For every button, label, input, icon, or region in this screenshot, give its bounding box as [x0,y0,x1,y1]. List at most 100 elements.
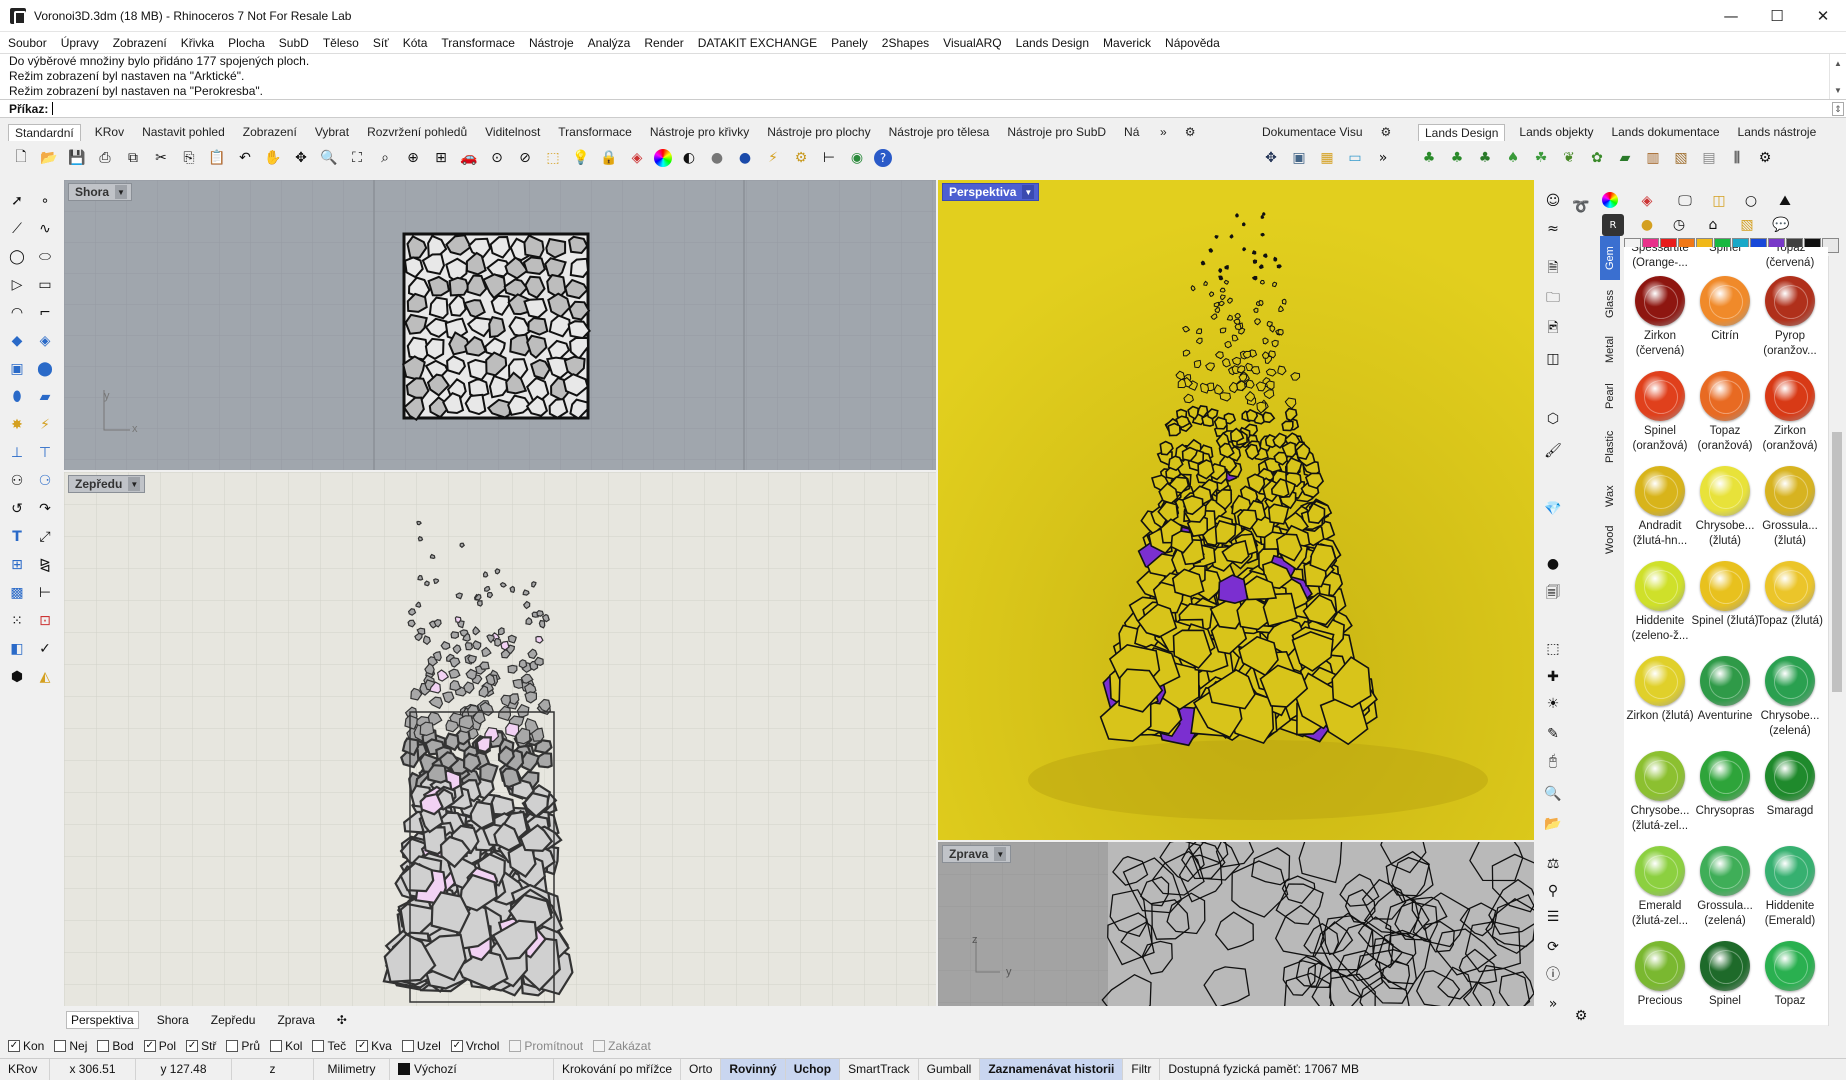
maximize-button[interactable]: ☐ [1754,0,1800,32]
viewport-perspective[interactable]: Perspektiva ▼ [938,180,1534,840]
railing-icon[interactable]: ⫼ [1726,147,1748,169]
viewport-top-label[interactable]: Shora ▼ [68,183,133,201]
material-item[interactable]: Grossula... (žlutá) [1756,466,1824,549]
doc-tab[interactable]: Dokumentace Visu [1262,125,1363,139]
osnap-prů[interactable]: Prů [226,1039,260,1053]
environment-icon[interactable]: ⛰ [1774,190,1796,212]
box-3d-icon[interactable]: ⬡ [1542,408,1564,430]
cplane-status[interactable]: KRov [0,1058,50,1080]
print-icon[interactable]: ⎙ [94,147,116,169]
material-item[interactable]: Smaragd [1756,751,1824,819]
material-tab-glass[interactable]: Glass [1600,282,1620,326]
material-item[interactable]: Hiddenite (Emerald) [1756,846,1824,929]
menu-item[interactable]: Těleso [323,36,359,50]
material-item[interactable]: Spinel (žlutá) [1691,561,1759,629]
boolean-icon[interactable]: ⚡ [34,414,56,436]
extrude-icon[interactable]: ◈ [34,330,56,352]
osnap-teč[interactable]: Teč [312,1039,346,1053]
cube-icon[interactable]: ⬢ [6,666,28,688]
menu-item[interactable]: Soubor [8,36,47,50]
ungroup-icon[interactable]: ⚆ [34,470,56,492]
lands-tab[interactable]: Lands dokumentace [1611,125,1719,139]
menu-item[interactable]: Analýza [588,36,631,50]
menu-item[interactable]: Síť [373,36,389,50]
dimension-tool-icon[interactable]: ⊢ [34,582,56,604]
tree-icon[interactable]: ♣ [1418,147,1440,169]
rotate-view-icon[interactable]: ✥ [290,147,312,169]
osnap-checkbox[interactable] [226,1040,239,1052]
add-viewport-icon[interactable]: ✣ [333,1012,351,1028]
material-ball-icon[interactable]: ◈ [1636,190,1658,212]
material-tab-plastic[interactable]: Plastic [1600,420,1620,474]
menu-item[interactable]: Kóta [403,36,428,50]
material-item[interactable]: Precious [1626,941,1694,1009]
cut-icon[interactable]: ✂ [150,147,172,169]
import-icon[interactable]: ⧉ [122,147,144,169]
lands-tab[interactable]: Lands objekty [1519,125,1593,139]
more-icon[interactable]: » [1372,147,1394,169]
camera-icon[interactable]: ▭ [1344,147,1366,169]
viewport-menu-icon[interactable]: ▼ [1022,185,1035,199]
bush-icon[interactable]: ☘ [1530,147,1552,169]
command-line[interactable]: Příkaz: ⇕ [0,99,1846,118]
command-history-dropdown-icon[interactable]: ⇕ [1832,102,1844,116]
grid-array-icon[interactable]: ⁙ [6,610,28,632]
zoom-icon[interactable]: 🔍 [318,147,340,169]
scrollbar-thumb[interactable] [1832,432,1842,692]
pan-icon[interactable]: ✋ [262,147,284,169]
menu-item[interactable]: Nápověda [1165,36,1220,50]
fence-icon[interactable]: ▥ [1642,147,1664,169]
rhino-app-icon[interactable] [10,7,26,25]
spheres-icon[interactable]: ⬤ [34,358,56,380]
scroll-down-icon[interactable]: ▼ [1834,83,1842,98]
osnap-checkbox[interactable] [270,1040,283,1052]
toolbar-tab[interactable]: Nástroje pro SubD [1007,125,1106,139]
toolbar-tab[interactable]: Nástroje pro plochy [767,125,870,139]
osnap-promítnout[interactable]: Promítnout [509,1039,583,1053]
filter-toggle[interactable]: Filtr [1123,1058,1161,1080]
viewport-front[interactable]: Zepředu ▼ [64,472,936,1006]
monitor-icon[interactable]: 🖵 [1674,190,1696,212]
undo-icon[interactable]: ↶ [234,147,256,169]
toolbar-tab[interactable]: Zobrazení [243,125,297,139]
frame-icon[interactable]: ⌂ [1702,214,1724,236]
info-icon[interactable]: ⓘ [1542,963,1564,985]
osnap-checkbox[interactable] [401,1040,414,1052]
viewport-menu-icon[interactable]: ▼ [115,185,128,199]
text-icon[interactable]: T [6,526,28,548]
user-icon[interactable]: ☺ [1542,190,1564,212]
select-icon[interactable]: ⬚ [542,147,564,169]
material-item[interactable]: Spinel [1691,941,1759,1009]
viewport-right-label[interactable]: Zprava ▼ [942,845,1012,863]
menu-item[interactable]: Transformace [441,36,515,50]
color-wheel-icon[interactable] [1602,192,1618,208]
point-icon[interactable]: ∘ [34,190,56,212]
black-sphere-icon[interactable]: ● [1542,553,1564,575]
mouse-icon[interactable]: 🖰 [1542,750,1564,772]
minimize-button[interactable]: — [1708,0,1754,32]
scale-icon[interactable]: ⤢ [34,526,56,548]
menu-item[interactable]: Plocha [228,36,265,50]
layer-status[interactable]: Výchozí [390,1058,554,1080]
menu-item[interactable]: Render [644,36,683,50]
viewport-tab[interactable]: Zprava [273,1012,318,1028]
globe-icon[interactable]: ◉ [846,147,868,169]
material-scrollbar[interactable] [1828,256,1844,1026]
material-item[interactable]: Zirkon (červená) [1626,276,1694,359]
arc-icon[interactable]: ◠ [6,302,28,324]
menu-item[interactable]: Zobrazení [113,36,167,50]
osnap-checkbox[interactable] [509,1040,522,1052]
toolbar-tab[interactable]: Standardní [8,123,81,141]
ortho-toggle[interactable]: Orto [681,1058,722,1080]
four-viewports-icon[interactable]: ⊞ [430,147,452,169]
cursor-icon[interactable]: ⬚ [1542,638,1564,660]
osnap-kva[interactable]: ✓ Kva [356,1039,392,1053]
weight-icon[interactable]: ⚖ [1542,853,1564,875]
material-item[interactable]: Zirkon (žlutá) [1626,656,1694,724]
circle-outline-icon[interactable]: ○ [1740,190,1762,212]
save-icon[interactable]: 💾 [66,147,88,169]
help-icon[interactable]: ? [874,149,892,167]
light-panel-icon[interactable]: ● [1636,214,1658,236]
menu-item[interactable]: SubD [279,36,309,50]
list-icon[interactable]: ☰ [1542,906,1564,928]
